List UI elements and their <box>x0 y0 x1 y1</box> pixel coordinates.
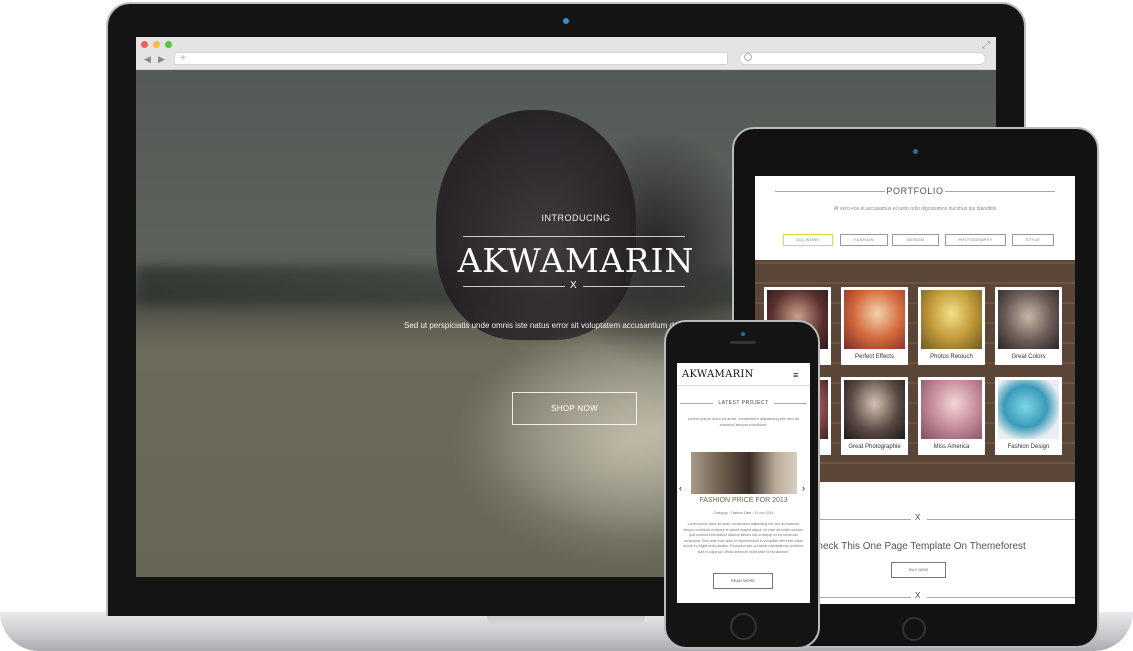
back-arrow-icon[interactable]: ◀ <box>144 53 151 65</box>
portfolio-card-image <box>921 290 982 349</box>
portfolio-card-image <box>921 380 982 439</box>
hamburger-menu-icon[interactable]: ≡ <box>793 370 798 380</box>
portfolio-card[interactable]: Miss America <box>918 377 985 455</box>
hero-portrait <box>436 110 636 340</box>
latest-rule-right <box>774 403 807 404</box>
portfolio-card-label: Perfect Effects <box>855 354 894 360</box>
portfolio-card-label: Great Photographie <box>848 444 901 450</box>
forward-arrow-icon[interactable]: ▶ <box>158 53 165 65</box>
phone-home-button[interactable] <box>730 613 757 640</box>
portfolio-card[interactable]: Great Colors <box>995 287 1062 365</box>
buy-now-button[interactable]: BUY NOW <box>891 562 946 578</box>
portfolio-card-label: Great Colors <box>1011 354 1046 360</box>
shop-now-button[interactable]: SHOP NOW <box>512 392 637 425</box>
tablet-camera <box>913 149 918 154</box>
portfolio-card-image <box>998 380 1059 439</box>
portfolio-card-label: Fashion Design <box>1007 444 1050 450</box>
portfolio-subtitle: At vero eos et accusamus et iusto odio d… <box>833 206 997 212</box>
project-meta: Category : Fashion Date : 24 nov 2014 <box>713 511 774 515</box>
latest-project-desc: Lorem ipsum dolor sit amet, consectetur … <box>687 416 800 427</box>
read-more-button[interactable]: READ MORE <box>713 573 773 589</box>
maximize-window-dot[interactable] <box>165 41 172 48</box>
hero-top-rule <box>463 236 685 237</box>
portfolio-card[interactable]: Photos Retouch <box>918 287 985 365</box>
portfolio-rule-right <box>945 191 1055 192</box>
next-arrow-icon[interactable]: › <box>802 483 805 493</box>
device-mockup-stage: ◀ ▶ + ⤢ INTRODUCING AKWAMARIN X Sed ut p… <box>0 0 1133 651</box>
portfolio-card[interactable]: Great Photographie <box>841 377 908 455</box>
filter-style[interactable]: STYLE <box>1012 234 1054 246</box>
browser-toolbar: ◀ ▶ + ⤢ <box>136 37 996 70</box>
portfolio-card-image <box>998 290 1059 349</box>
address-bar[interactable] <box>174 52 728 65</box>
tablet-home-button[interactable] <box>902 617 926 641</box>
search-icon <box>744 53 752 61</box>
filter-fashion[interactable]: FASHION <box>840 234 888 246</box>
themeforest-x-mark: X <box>915 513 921 522</box>
browser-search-field[interactable] <box>739 52 986 65</box>
phone-speaker <box>730 341 756 344</box>
portfolio-card-label: Miss America <box>933 444 970 450</box>
portfolio-card-image <box>844 380 905 439</box>
portfolio-card-label: Photos Retouch <box>930 354 973 360</box>
portfolio-card[interactable]: Fashion Design <box>995 377 1062 455</box>
portfolio-card-image <box>844 290 905 349</box>
phone-logo[interactable]: AKWAMARIN <box>682 369 754 380</box>
footer-x-mark: X <box>915 591 921 600</box>
prev-arrow-icon[interactable]: ‹ <box>679 483 682 493</box>
filter-photography[interactable]: PHOTOGRAPHY <box>945 234 1006 246</box>
fullscreen-icon[interactable]: ⤢ <box>982 40 990 51</box>
project-title: FASHION PRICE FOR 2013 <box>699 497 788 504</box>
hero-brand-title: AKWAMARIN <box>457 241 695 280</box>
themeforest-rule-right <box>927 519 1075 520</box>
hero-x-mark: X <box>570 280 577 291</box>
project-image[interactable] <box>691 452 797 494</box>
phone-camera <box>741 332 745 336</box>
hero-bottom-rule-right <box>583 286 685 287</box>
filter-all-work[interactable]: ALL WORK <box>783 234 833 246</box>
laptop-camera <box>563 18 569 24</box>
filter-design[interactable]: DESIGN <box>892 234 939 246</box>
phone-screen: AKWAMARIN ≡ LATEST PROJECT Lorem ipsum d… <box>677 363 810 603</box>
phone-header-divider <box>677 385 810 386</box>
minimize-window-dot[interactable] <box>153 41 160 48</box>
add-tab-icon[interactable]: + <box>180 52 186 65</box>
portfolio-card[interactable]: Perfect Effects <box>841 287 908 365</box>
close-window-dot[interactable] <box>141 41 148 48</box>
hero-bottom-rule-left <box>463 286 565 287</box>
project-body: Lorem ipsum dolor sit amet, consectetur … <box>683 522 804 554</box>
footer-rule-right <box>927 597 1075 598</box>
